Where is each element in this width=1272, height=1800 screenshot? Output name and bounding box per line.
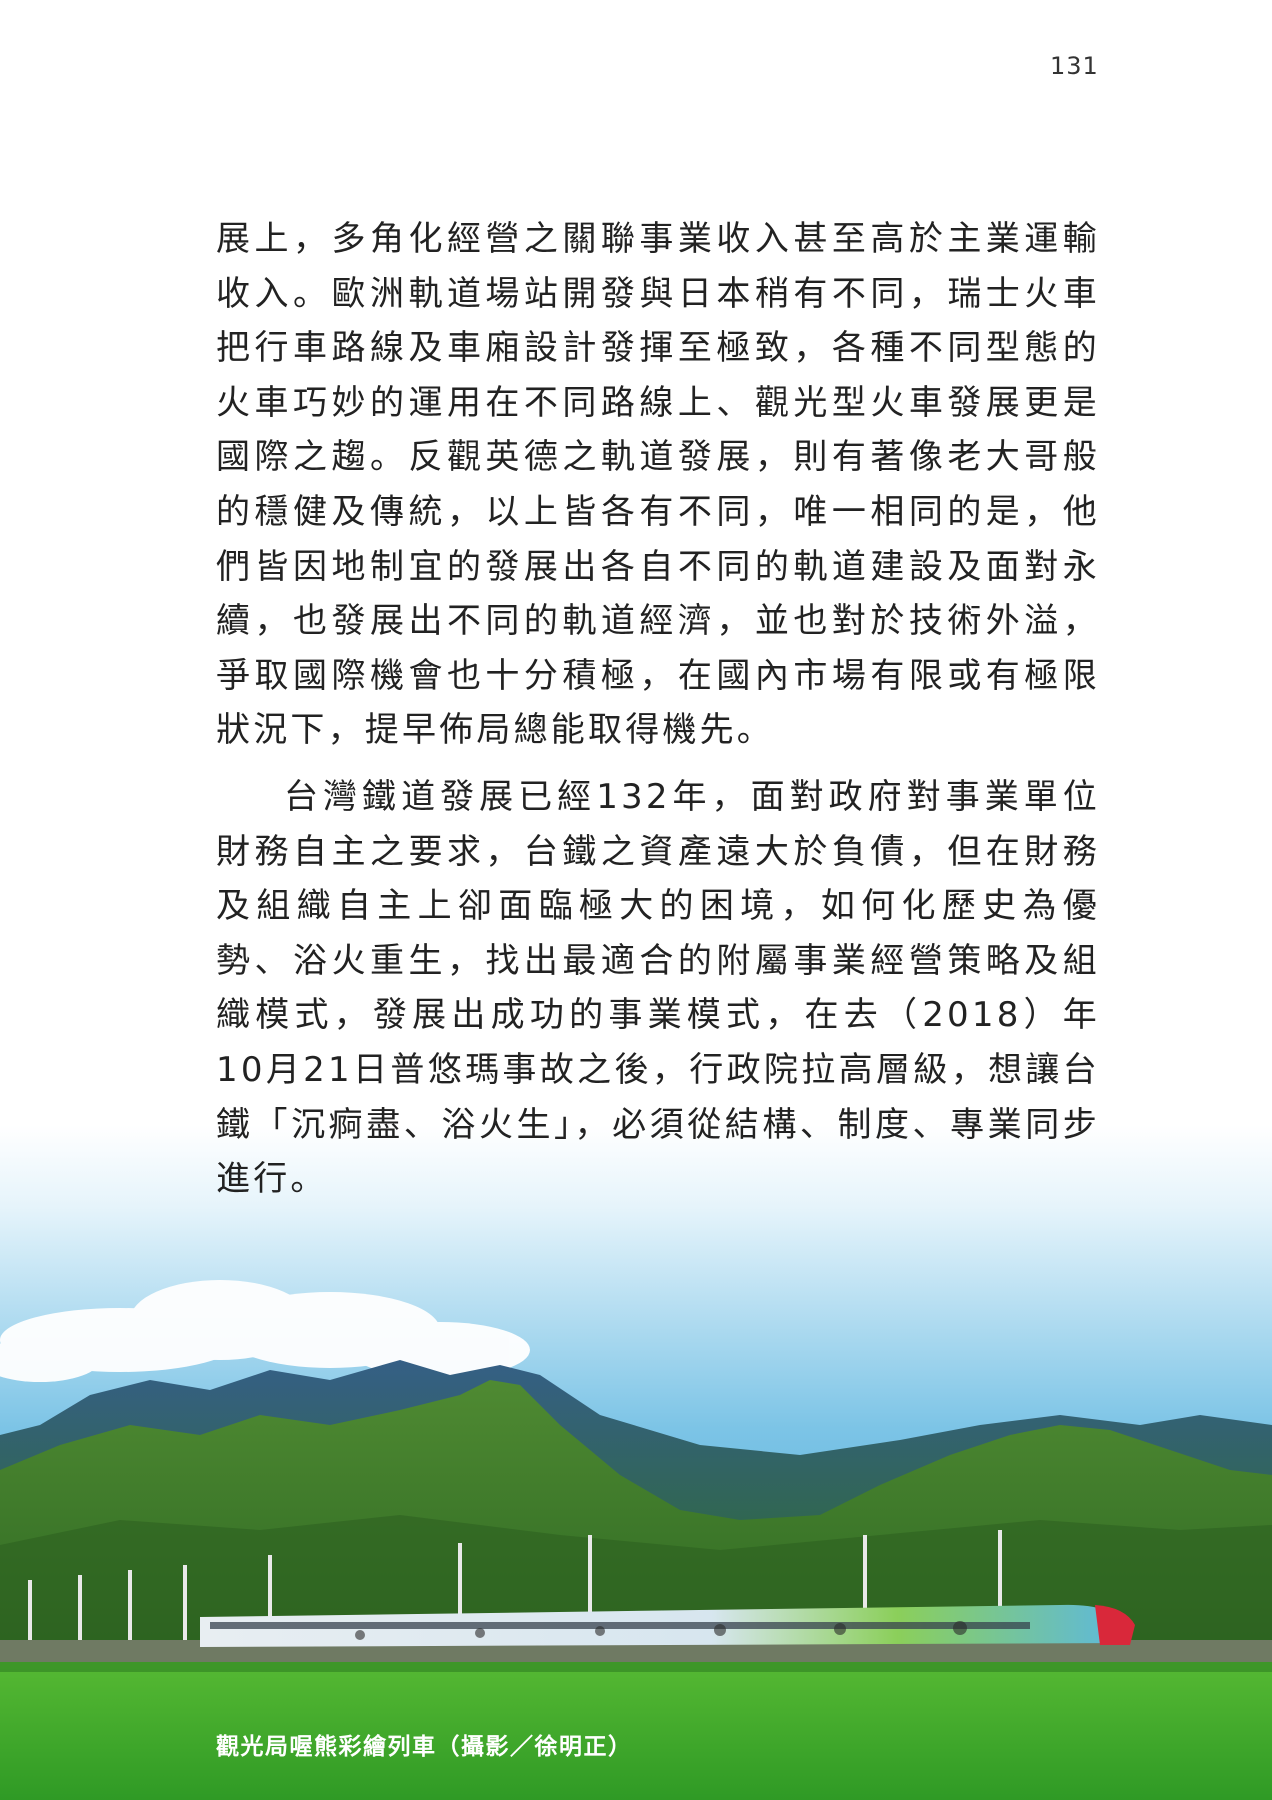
train-landscape-illustration	[0, 1125, 1272, 1800]
page-number: 131	[1050, 52, 1099, 80]
train-windows	[210, 1622, 1030, 1629]
train-photo	[0, 1125, 1272, 1800]
photo-caption: 觀光局喔熊彩繪列車（攝影／徐明正）	[216, 1734, 633, 1760]
article-body: 展上，多角化經營之關聯事業收入甚至高於主業運輸收入。歐洲軌道場站開發與日本稍有不…	[216, 212, 1100, 1207]
paragraph-1: 展上，多角化經營之關聯事業收入甚至高於主業運輸收入。歐洲軌道場站開發與日本稍有不…	[216, 219, 1100, 751]
rice-field	[0, 1662, 1272, 1800]
paragraph-2: 台灣鐵道發展已經132年，面對政府對事業單位財務自主之要求，台鐵之資產遠大於負債…	[216, 776, 1100, 1200]
